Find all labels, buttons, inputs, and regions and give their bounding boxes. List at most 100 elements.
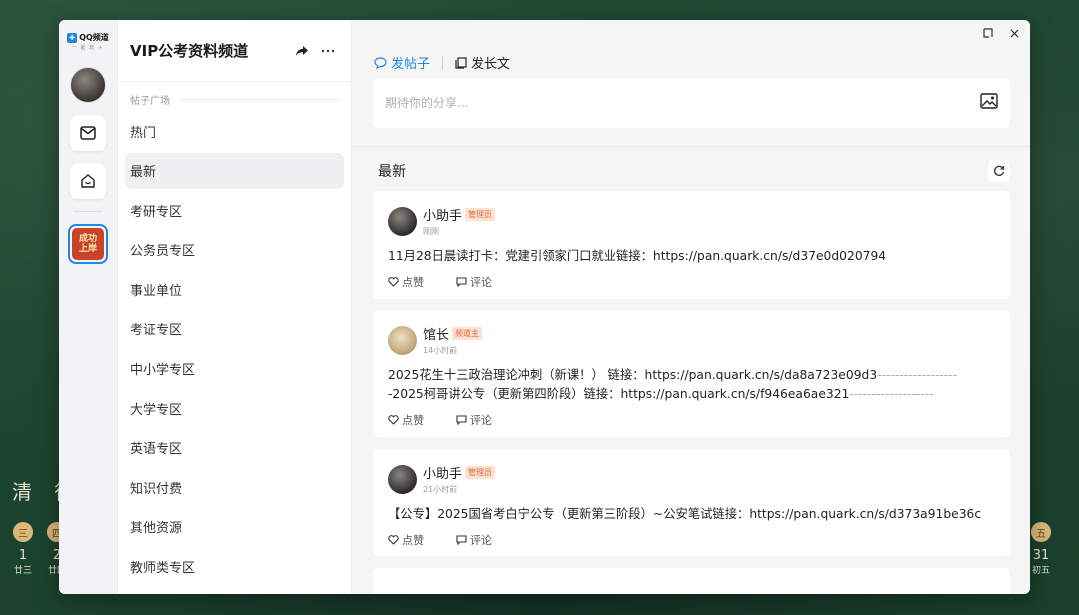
- sidebar-item-certification[interactable]: 考证专区: [125, 311, 344, 347]
- like-button[interactable]: 点赞: [388, 274, 424, 290]
- desktop-calendar-right: 五 31 初五: [1030, 522, 1052, 576]
- post-actions: 点赞 评论: [388, 274, 995, 298]
- post-timestamp: 14小时前: [423, 346, 458, 355]
- feed-header: 最新: [378, 160, 1010, 182]
- share-button[interactable]: [291, 40, 313, 62]
- tab-article-label: 发长文: [471, 57, 511, 72]
- post-header: 小助手 管理员 21小时前: [388, 463, 995, 495]
- comment-button[interactable]: 评论: [456, 274, 492, 290]
- author-name[interactable]: 小助手: [423, 205, 462, 224]
- post-content: 11月28日晨读打卡：党建引领家门口就业链接：https://pan.quark…: [388, 249, 887, 263]
- close-icon: [1010, 29, 1018, 37]
- guild-avatar-line1: 成功: [78, 234, 97, 244]
- sidebar-section-label: 帖子广场: [118, 82, 351, 113]
- author-name[interactable]: 馆长: [423, 324, 449, 343]
- calendar-day: 五 31 初五: [1030, 522, 1052, 576]
- like-button[interactable]: 点赞: [388, 412, 424, 428]
- feed-post[interactable]: 小助手 管理员 刚刚 11月28日晨读打卡：党建引领家门口就业链接：https:…: [373, 191, 1010, 299]
- like-button[interactable]: 点赞: [388, 532, 424, 548]
- post-content-line: 2025花生十三政治理论冲刺（新课！） 链接：https://pan.quark…: [388, 368, 878, 382]
- sidebar-item-hot[interactable]: 热门: [125, 113, 344, 149]
- post-content: 2025花生十三政治理论冲刺（新课！） 链接：https://pan.quark…: [388, 366, 995, 404]
- qq-logo-subtitle: 一 起 玩 ＋: [72, 45, 104, 51]
- document-icon: [455, 56, 467, 69]
- post-content-line: -2025柯哥讲公专（更新第四阶段）链接：https://pan.quark.c…: [388, 387, 850, 401]
- compose-box: [373, 78, 1010, 128]
- tab-article[interactable]: 发长文: [455, 53, 510, 72]
- comment-icon: [456, 415, 467, 425]
- role-badge: 频道主: [452, 327, 483, 340]
- main-feed-area: 发帖子 发长文 最新: [352, 20, 1030, 594]
- calendar-weekday-badge: 五: [1031, 522, 1051, 542]
- refresh-button[interactable]: [988, 160, 1010, 182]
- like-label: 点赞: [402, 276, 424, 289]
- feed-post[interactable]: 小助手 管理员 21小时前 【公专】2025国省考白宁公专（更新第三阶段）~公安…: [373, 449, 1010, 556]
- window-controls: [978, 24, 1024, 42]
- sidebar-item-postgrad[interactable]: 考研专区: [125, 192, 344, 228]
- role-badge: 管理员: [465, 208, 496, 221]
- chat-bubble-icon: [374, 56, 387, 69]
- refresh-icon: [994, 165, 1005, 176]
- calendar-lunar-day: 廿三: [13, 566, 32, 576]
- feed-post[interactable]: [373, 568, 1010, 594]
- close-button[interactable]: [1004, 24, 1024, 42]
- maximize-icon: [983, 28, 993, 38]
- guild-vip-channel[interactable]: 成功 上岸: [68, 224, 108, 264]
- qq-channel-window: ✚ QQ频道 一 起 玩 ＋ 成功 上岸 VIP公考资料频道 帖子广场 热门 最…: [59, 20, 1030, 594]
- sidebar-item-teacher[interactable]: 教师类专区: [125, 549, 344, 585]
- qq-logo-icon: ✚: [67, 32, 78, 43]
- sidebar-item-paid-knowledge[interactable]: 知识付费: [125, 469, 344, 505]
- sidebar-item-k12[interactable]: 中小学专区: [125, 351, 344, 387]
- image-upload-button[interactable]: [980, 93, 998, 113]
- tab-post-label: 发帖子: [391, 57, 431, 72]
- author-avatar[interactable]: [388, 206, 417, 236]
- channel-title: VIP公考资料频道: [130, 42, 249, 60]
- calendar-day: 三 1 廿三: [12, 522, 34, 576]
- guild-rail: ✚ QQ频道 一 起 玩 ＋ 成功 上岸: [59, 20, 118, 594]
- calendar-day-number: 1: [18, 548, 28, 563]
- rail-divider: [74, 211, 102, 212]
- sidebar-item-other-resources[interactable]: 其他资源: [125, 509, 344, 545]
- compose-tabs: 发帖子 发长文: [374, 53, 510, 72]
- maximize-button[interactable]: [978, 24, 998, 42]
- compose-input[interactable]: [385, 96, 980, 110]
- sidebar-item-civil-service[interactable]: 公务员专区: [125, 232, 344, 268]
- comment-label: 评论: [470, 276, 492, 289]
- heart-icon: [388, 277, 399, 287]
- user-avatar[interactable]: [70, 67, 106, 103]
- comment-icon: [456, 277, 467, 287]
- sidebar-item-public-institution[interactable]: 事业单位: [125, 271, 344, 307]
- mail-icon: [80, 126, 96, 140]
- feed-divider: [352, 146, 1030, 147]
- post-header: 小助手 管理员 刚刚: [388, 205, 995, 237]
- comment-label: 评论: [470, 414, 492, 427]
- share-icon: [296, 45, 308, 56]
- messages-button[interactable]: [70, 115, 106, 151]
- guild-avatar: 成功 上岸: [72, 228, 104, 260]
- post-content-separator: -------------------: [849, 387, 934, 401]
- calendar-day-number: 31: [1032, 548, 1050, 563]
- sidebar-item-english[interactable]: 英语专区: [125, 430, 344, 466]
- feed-post[interactable]: 馆长 频道主 14小时前 2025花生十三政治理论冲刺（新课！） 链接：http…: [373, 310, 1010, 437]
- calendar-lunar-day: 初五: [1031, 566, 1050, 576]
- post-timestamp: 刚刚: [423, 227, 439, 236]
- comment-button[interactable]: 评论: [456, 532, 492, 548]
- sidebar-nav-list: 热门 最新 考研专区 公务员专区 事业单位 考证专区 中小学专区 大学专区 英语…: [118, 113, 351, 585]
- like-label: 点赞: [402, 534, 424, 547]
- sidebar-item-latest[interactable]: 最新: [125, 152, 344, 189]
- comment-button[interactable]: 评论: [456, 412, 492, 428]
- comment-icon: [456, 535, 467, 545]
- author-avatar[interactable]: [388, 464, 417, 494]
- channel-home-button[interactable]: [70, 163, 106, 199]
- sidebar-item-university[interactable]: 大学专区: [125, 390, 344, 426]
- heart-icon: [388, 535, 399, 545]
- author-avatar[interactable]: [388, 325, 417, 355]
- post-header: 馆长 频道主 14小时前: [388, 324, 995, 356]
- calendar-weekday-badge: 三: [13, 522, 33, 542]
- role-badge: 管理员: [465, 466, 496, 479]
- heart-icon: [388, 415, 399, 425]
- qq-channel-logo: ✚ QQ频道 一 起 玩 ＋: [67, 32, 109, 51]
- more-options-button[interactable]: [317, 40, 339, 62]
- author-name[interactable]: 小助手: [423, 463, 462, 482]
- tab-post[interactable]: 发帖子: [374, 53, 430, 72]
